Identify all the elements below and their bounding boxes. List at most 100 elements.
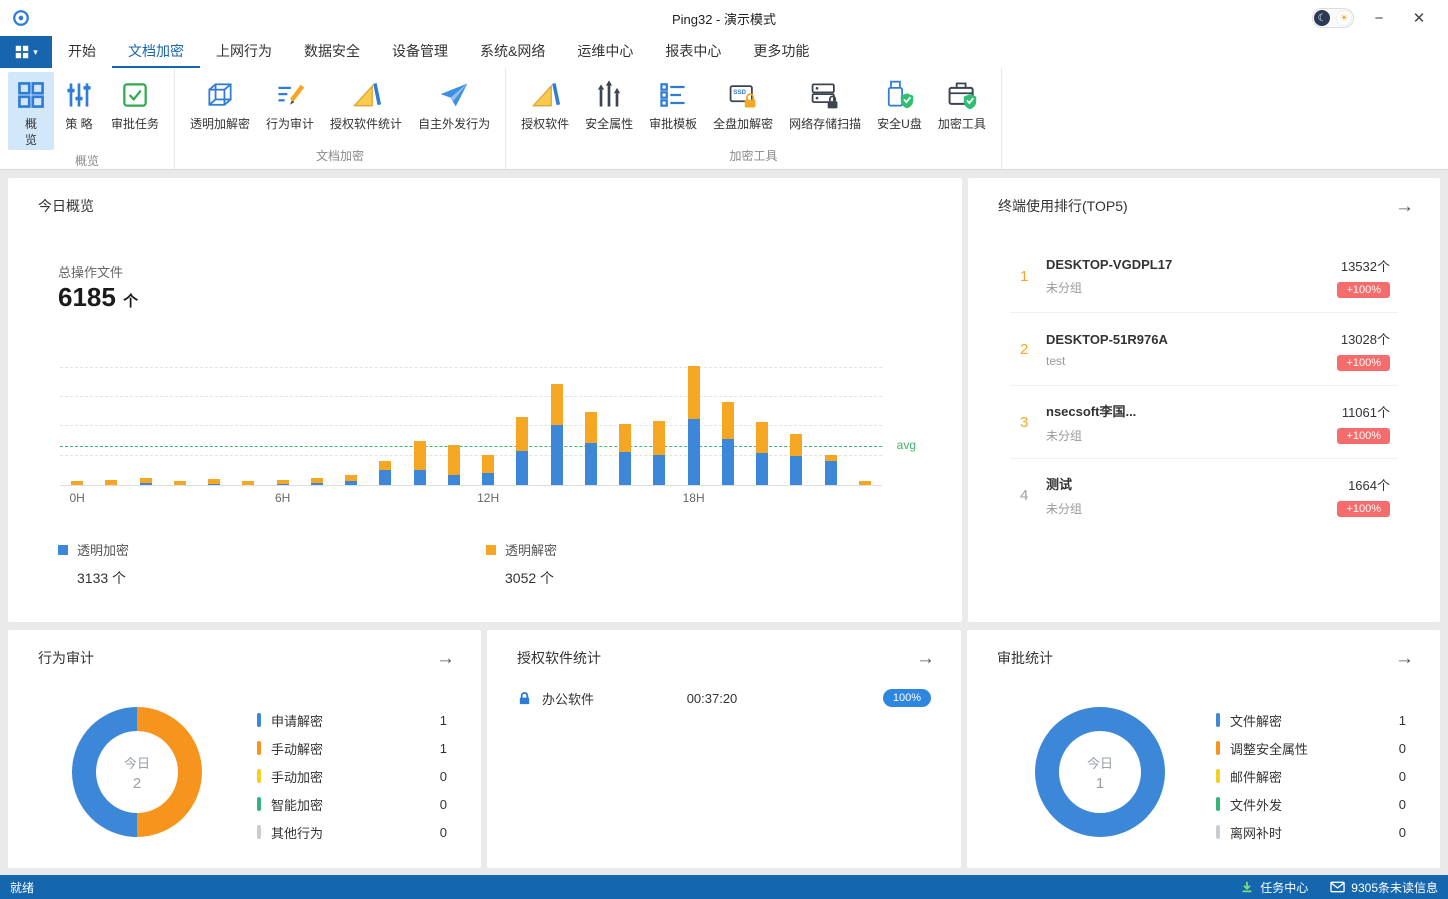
terminal-ranking-card: 终端使用排行(TOP5) → 1DESKTOP-VGDPL17未分组13532个…: [968, 178, 1440, 622]
ribbon-button-label: 授权软件: [521, 117, 569, 133]
segment-透明加密: [688, 419, 700, 485]
ribbon-group-文档加密: 透明加解密行为审计授权软件统计自主外发行为文档加密: [175, 68, 506, 169]
legend-marker: [58, 545, 68, 555]
approval-donut-label: 今日: [1087, 753, 1113, 772]
rank-number: 3: [1020, 414, 1046, 431]
unread-messages-button[interactable]: 9305条未读信息: [1330, 879, 1438, 896]
ribbon-button-审批模板[interactable]: 审批模板: [642, 72, 704, 145]
hour-bar-6H: [277, 480, 289, 485]
x-tick-16H: [608, 491, 642, 505]
sun-icon: ☀: [1336, 10, 1352, 26]
legend-label: 其他行为: [271, 823, 323, 842]
tab-开始[interactable]: 开始: [52, 36, 112, 68]
ribbon-button-行为审计[interactable]: 行为审计: [259, 72, 321, 145]
software-more-arrow-icon[interactable]: →: [916, 649, 935, 668]
ribbon-button-审批任务[interactable]: 审批任务: [104, 72, 166, 150]
close-button[interactable]: ✕: [1404, 5, 1434, 31]
ruler-pencil-icon: [350, 78, 382, 112]
tab-设备管理[interactable]: 设备管理: [376, 36, 464, 68]
behavior-donut-chart: 今日 2: [72, 707, 202, 837]
x-tick-21H: [779, 491, 813, 505]
legend-label: 手动加密: [271, 767, 323, 786]
ribbon-button-授权软件统计[interactable]: 授权软件统计: [323, 72, 409, 145]
bar-slot-3H: [163, 354, 197, 485]
segment-透明加密: [825, 461, 837, 485]
total-files-value: 6185 个: [58, 282, 138, 313]
bar-slot-13H: [505, 354, 539, 485]
terminal-count: 1664个: [1337, 475, 1390, 494]
terminal-name: 测试: [1046, 474, 1337, 493]
tab-报表中心[interactable]: 报表中心: [649, 36, 737, 68]
segment-透明加密: [414, 470, 426, 485]
segment-透明解密: [756, 422, 768, 454]
ranking-more-arrow-icon[interactable]: →: [1395, 197, 1414, 216]
ribbon-button-自主外发行为[interactable]: 自主外发行为: [411, 72, 497, 145]
ribbon-button-策略[interactable]: 策 略: [56, 72, 102, 150]
segment-透明加密: [277, 484, 289, 485]
hour-bar-20H: [756, 422, 768, 485]
legend-marker: [257, 825, 261, 839]
svg-text:SSD: SSD: [733, 89, 746, 96]
software-row-办公软件[interactable]: 办公软件00:37:20100%: [517, 684, 931, 712]
legend-marker: [1216, 713, 1220, 727]
ribbon-button-概览[interactable]: 概 览: [8, 72, 54, 150]
bars-container: [60, 354, 882, 485]
ranking-row-2[interactable]: 2DESKTOP-51R976Atest13028个+100%: [968, 313, 1440, 386]
cube-icon: [204, 78, 236, 112]
software-duration: 00:37:20: [652, 691, 772, 706]
ribbon-button-授权软件[interactable]: 授权软件: [514, 72, 576, 145]
tab-运维中心[interactable]: 运维中心: [561, 36, 649, 68]
segment-透明加密: [790, 456, 802, 485]
segment-透明解密: [859, 481, 871, 485]
approval-more-arrow-icon[interactable]: →: [1395, 649, 1414, 668]
bar-slot-21H: [779, 354, 813, 485]
ranking-row-3[interactable]: 3nsecsoft李国...未分组11061个+100%: [968, 386, 1440, 459]
tabs-container: 开始文档加密上网行为数据安全设备管理系统&网络运维中心报表中心更多功能: [52, 36, 825, 68]
tab-更多功能[interactable]: 更多功能: [737, 36, 825, 68]
ribbon-button-全盘加解密[interactable]: SSD全盘加解密: [706, 72, 780, 145]
task-center-button[interactable]: 任务中心: [1240, 879, 1308, 896]
hour-bar-22H: [825, 455, 837, 485]
theme-toggle[interactable]: ☾ ☀: [1312, 8, 1354, 28]
hour-bar-9H: [379, 461, 391, 485]
terminal-group: 未分组: [1046, 500, 1337, 517]
legend-label: 透明加密: [77, 540, 129, 559]
tab-上网行为[interactable]: 上网行为: [200, 36, 288, 68]
legend-marker: [257, 797, 261, 811]
segment-透明加密: [516, 451, 528, 485]
tab-系统&网络[interactable]: 系统&网络: [464, 36, 561, 68]
delta-badge: +100%: [1337, 355, 1390, 371]
tab-数据安全[interactable]: 数据安全: [288, 36, 376, 68]
bar-slot-19H: [711, 354, 745, 485]
approval-card-title: 审批统计: [997, 648, 1053, 668]
legend-label: 文件外发: [1230, 795, 1282, 814]
software-card-title: 授权软件统计: [517, 648, 601, 668]
lock-icon: [517, 691, 532, 706]
terminal-count: 13532个: [1337, 256, 1390, 275]
hour-bar-12H: [482, 455, 494, 485]
ribbon-button-加密工具[interactable]: 加密工具: [931, 72, 993, 145]
list-template-icon: [657, 78, 689, 112]
minimize-button[interactable]: −: [1364, 5, 1394, 31]
hour-bar-16H: [619, 424, 631, 485]
ribbon-button-网络存储扫描[interactable]: 网络存储扫描: [782, 72, 868, 145]
ranking-row-1[interactable]: 1DESKTOP-VGDPL17未分组13532个+100%: [968, 240, 1440, 313]
bar-slot-0H: [60, 354, 94, 485]
hour-bar-23H: [859, 481, 871, 485]
ribbon-button-安全U盘[interactable]: 安全U盘: [870, 72, 929, 145]
bar-slot-11H: [437, 354, 471, 485]
percent-badge: 100%: [883, 689, 931, 707]
tab-文档加密[interactable]: 文档加密: [112, 36, 200, 68]
x-tick-8H: [334, 491, 368, 505]
bar-slot-20H: [745, 354, 779, 485]
ribbon-button-安全属性[interactable]: 安全属性: [578, 72, 640, 145]
segment-透明加密: [448, 475, 460, 485]
behavior-more-arrow-icon[interactable]: →: [436, 649, 455, 668]
x-tick-3H: [163, 491, 197, 505]
ribbon-button-透明加解密[interactable]: 透明加解密: [183, 72, 257, 145]
app-menu-button[interactable]: ▾: [0, 36, 52, 68]
hour-bar-18H: [688, 366, 700, 485]
hour-bar-1H: [105, 480, 117, 485]
ranking-row-4[interactable]: 4测试未分组1664个+100%: [968, 459, 1440, 532]
segment-透明解密: [174, 481, 186, 485]
